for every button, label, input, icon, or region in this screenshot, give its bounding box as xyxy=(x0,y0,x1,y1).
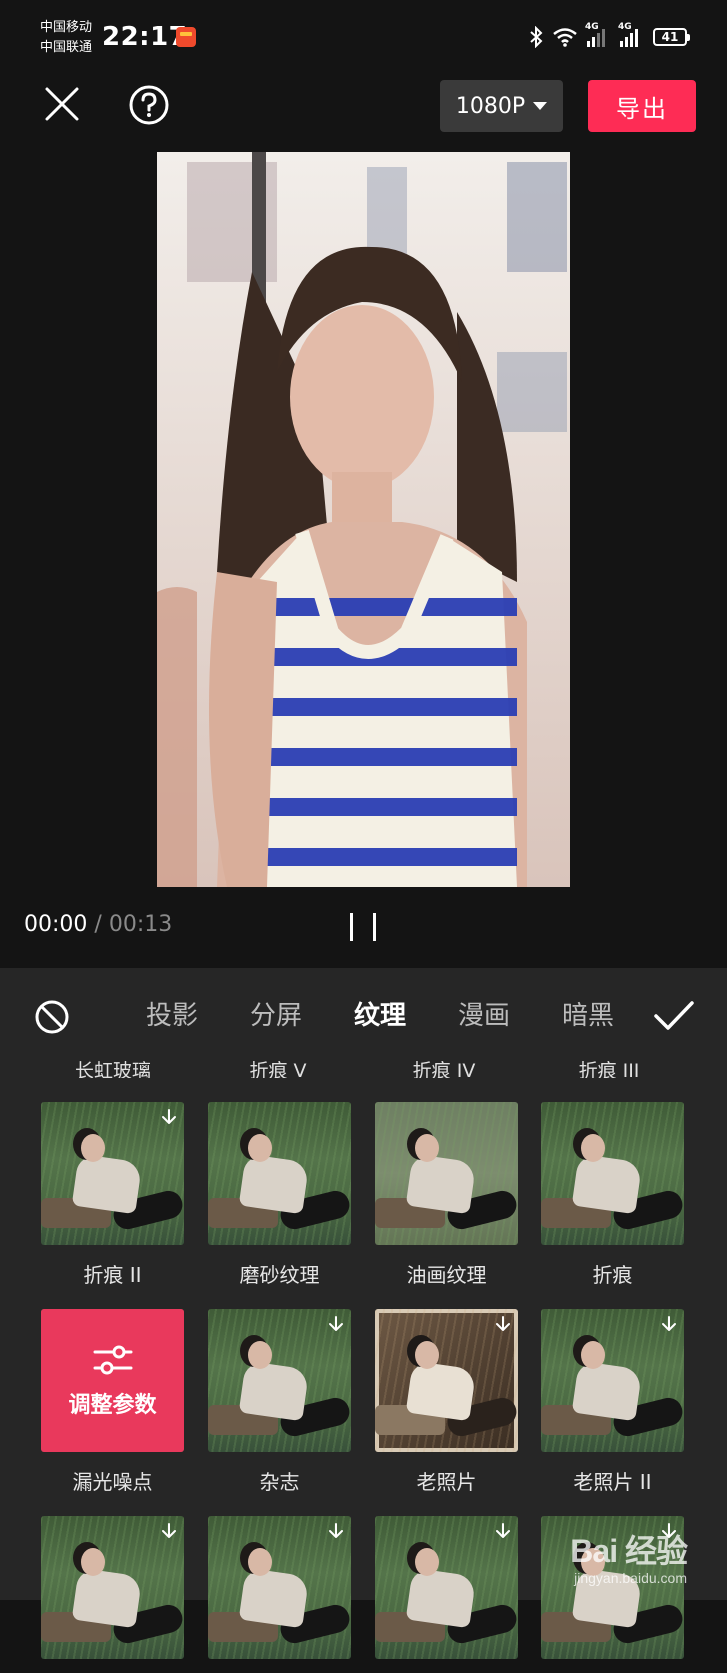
effect-thumbnail xyxy=(375,1309,518,1452)
battery-icon: 41 xyxy=(653,28,690,46)
help-icon xyxy=(129,85,169,125)
effect-thumbnail xyxy=(541,1102,684,1245)
effect-label: 杂志 xyxy=(259,1470,300,1494)
effect-label: 折痕 II xyxy=(83,1263,142,1287)
effect-label: 漏光噪点 xyxy=(72,1470,153,1494)
pause-icon-bar-right xyxy=(373,913,376,941)
resolution-dropdown[interactable]: 1080P xyxy=(440,80,563,132)
effect-item[interactable] xyxy=(208,1516,351,1673)
watermark-main: Bai 经验 xyxy=(570,1533,688,1569)
adjust-params-label: 调整参数 xyxy=(68,1392,157,1418)
effect-thumbnail xyxy=(208,1516,351,1659)
export-button[interactable]: 导出 xyxy=(588,80,696,132)
carrier-1: 中国移动 xyxy=(40,20,93,35)
download-icon xyxy=(162,1109,176,1124)
download-icon xyxy=(162,1523,176,1538)
pause-button[interactable] xyxy=(350,913,376,941)
signal-strength-icon-2: 4G xyxy=(618,22,644,47)
tab-category-1[interactable]: 投影 xyxy=(120,994,224,1038)
previous-row-label: 折痕 V xyxy=(249,1060,307,1078)
download-icon xyxy=(329,1523,343,1538)
confirm-button[interactable] xyxy=(652,996,696,1036)
effect-thumbnail xyxy=(375,1102,518,1245)
wifi-icon xyxy=(553,28,577,47)
tab-category-5[interactable]: 暗黑 xyxy=(536,994,640,1038)
effect-item[interactable]: 老照片 xyxy=(375,1309,518,1495)
help-button[interactable] xyxy=(128,84,170,126)
time-separator: / xyxy=(94,912,102,937)
signal-strength-icon: 4G xyxy=(585,22,611,47)
effect-label: 老照片 xyxy=(416,1470,477,1494)
caret-down-icon xyxy=(533,102,548,110)
carrier-info: 中国移动 中国联通 xyxy=(40,18,92,58)
download-icon xyxy=(496,1316,510,1331)
bluetooth-icon xyxy=(530,26,543,48)
effect-label: 磨砂纹理 xyxy=(239,1263,320,1287)
previous-row-label: 折痕 III xyxy=(578,1060,640,1078)
download-icon xyxy=(329,1316,343,1331)
network-type-2: 4G xyxy=(618,22,632,32)
effect-thumbnail: 调整参数 xyxy=(41,1309,184,1452)
status-indicators: 4G 4G 41 xyxy=(529,22,690,50)
app-notification-icon xyxy=(176,27,196,47)
effect-label: 老照片 II xyxy=(573,1470,652,1494)
close-icon xyxy=(45,87,79,121)
tab-category-4[interactable]: 漫画 xyxy=(432,994,536,1038)
download-icon xyxy=(662,1316,676,1331)
effect-label: 油画纹理 xyxy=(406,1263,487,1287)
tab-category-2[interactable]: 分屏 xyxy=(224,994,328,1038)
previous-row-label: 长虹玻璃 xyxy=(74,1060,151,1078)
effect-item[interactable]: 调整参数 漏光噪点 xyxy=(41,1309,184,1495)
carrier-2: 中国联通 xyxy=(40,40,93,55)
effect-thumbnail xyxy=(41,1102,184,1245)
remove-effect-button[interactable] xyxy=(33,998,71,1036)
preview-frame-image xyxy=(157,152,570,887)
effect-item[interactable]: 磨砂纹理 xyxy=(208,1102,351,1288)
effect-item[interactable] xyxy=(375,1516,518,1673)
effect-label: 折痕 xyxy=(592,1263,633,1287)
total-time: 00:13 xyxy=(108,912,173,937)
effect-item[interactable]: 折痕 II xyxy=(41,1102,184,1288)
current-time: 00:00 xyxy=(24,912,88,937)
no-effect-icon xyxy=(35,1000,69,1034)
effect-item[interactable]: 油画纹理 xyxy=(375,1102,518,1288)
playback-time: 00:00 / 00:13 xyxy=(24,912,172,937)
effect-item[interactable] xyxy=(41,1516,184,1673)
download-icon xyxy=(496,1523,510,1538)
watermark: Bai 经验 jingyan.baidu.com xyxy=(570,1526,688,1586)
close-button[interactable] xyxy=(40,82,84,126)
status-time: 22:17 xyxy=(102,22,188,52)
effect-thumbnail xyxy=(208,1309,351,1452)
effect-item[interactable]: 杂志 xyxy=(208,1309,351,1495)
tab-category-3[interactable]: 纹理 xyxy=(328,994,432,1038)
sliders-icon xyxy=(93,1345,132,1374)
effect-thumbnail xyxy=(375,1516,518,1659)
effect-item[interactable]: 老照片 II xyxy=(541,1309,684,1495)
network-type-1: 4G xyxy=(585,22,599,32)
pause-icon-bar-left xyxy=(350,913,353,941)
effect-category-tabs: 投影 分屏 纹理 漫画 暗黑 xyxy=(120,994,640,1038)
effect-item[interactable]: 折痕 xyxy=(541,1102,684,1288)
effect-thumbnail xyxy=(541,1309,684,1452)
resolution-value: 1080P xyxy=(455,93,526,119)
battery-level: 41 xyxy=(661,30,679,44)
video-preview[interactable] xyxy=(157,152,570,887)
watermark-sub: jingyan.baidu.com xyxy=(574,1570,687,1586)
effect-thumbnail xyxy=(208,1102,351,1245)
previous-row-labels: 长虹玻璃 折痕 V 折痕 IV 折痕 III xyxy=(0,1054,727,1078)
checkmark-icon xyxy=(654,1001,694,1030)
adjust-params-button[interactable]: 调整参数 xyxy=(41,1309,184,1452)
effect-thumbnail xyxy=(41,1516,184,1659)
previous-row-label: 折痕 IV xyxy=(412,1060,476,1078)
